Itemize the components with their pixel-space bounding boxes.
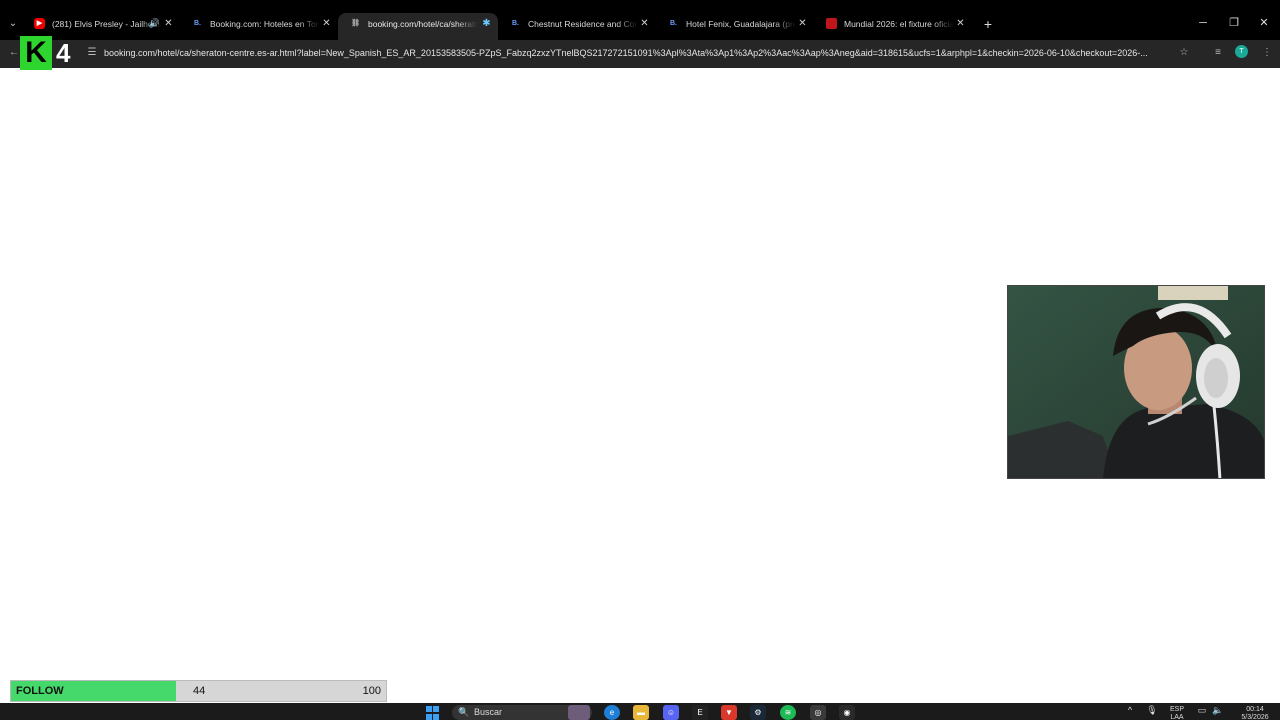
booking-icon: B.	[512, 20, 519, 27]
language-code: ESP	[1169, 706, 1184, 713]
loading-close-icon[interactable]: ✱	[481, 18, 492, 29]
tab-title: Mundial 2026: el fixture oficial	[844, 19, 954, 29]
search-icon: 🔍	[458, 707, 470, 717]
network-icon[interactable]: ▭	[1196, 706, 1208, 715]
tray-chevron-icon[interactable]: ^	[1124, 706, 1136, 715]
file-explorer-icon[interactable]: ▬	[633, 705, 649, 720]
tab-title: Booking.com: Hoteles en Toronto	[210, 19, 320, 29]
booking-icon: B.	[670, 20, 677, 27]
follow-goal-target: 100	[362, 685, 381, 697]
edge-icon[interactable]: e	[604, 705, 620, 720]
tab-title: Chestnut Residence and Conference Centre	[528, 19, 638, 29]
obs-icon[interactable]: ◉	[839, 705, 855, 720]
media-controls-icon[interactable]: ≡	[1210, 46, 1226, 60]
brave-icon[interactable]: ▼	[721, 705, 737, 720]
epic-games-icon[interactable]: E	[692, 705, 708, 720]
site-info-icon[interactable]: ☰	[84, 46, 100, 60]
menu-icon[interactable]: ⋮	[1259, 46, 1275, 60]
booking-icon: B.	[194, 20, 201, 27]
steam-icon[interactable]: ⚙	[750, 705, 766, 720]
tab-title: booking.com/hotel/ca/sheraton-centre	[368, 19, 478, 29]
stream-logo-number: 4	[56, 38, 71, 68]
bookmark-star-icon[interactable]: ☆	[1176, 46, 1192, 60]
spotify-icon[interactable]: ≋	[780, 705, 796, 720]
close-tab-icon[interactable]: ✕	[639, 18, 650, 29]
webcam-overlay	[1007, 285, 1265, 479]
taskbar-search-placeholder: Buscar	[474, 707, 503, 717]
follow-goal-current: 44	[193, 685, 206, 697]
close-window-icon[interactable]: ✕	[1254, 14, 1274, 32]
microphone-icon[interactable]: 🎙	[1146, 706, 1158, 715]
youtube-icon: ▶	[34, 18, 45, 29]
profile-avatar[interactable]: T	[1235, 45, 1248, 58]
clock-date: 5/3/2026	[1241, 714, 1269, 721]
tab-title: (281) Elvis Presley - Jailhouse Rock	[52, 19, 162, 29]
restore-icon[interactable]: ❐	[1224, 14, 1244, 32]
streamer-camera-image	[1008, 286, 1264, 478]
follow-goal-label: FOLLOW	[16, 685, 64, 697]
discord-icon[interactable]: ☺	[663, 705, 679, 720]
tab-sheraton-active[interactable]: ⛓ booking.com/hotel/ca/sheraton-centre ✱	[338, 13, 498, 40]
tab-title: Hotel Fenix, Guadalajara (precios)	[686, 19, 796, 29]
tab-booking-toronto[interactable]: B. Booking.com: Hoteles en Toronto ✕	[180, 13, 338, 40]
tab-mundial[interactable]: Mundial 2026: el fixture oficial ✕	[814, 13, 972, 40]
close-tab-icon[interactable]: ✕	[163, 18, 174, 29]
taskbar-widget-image[interactable]	[568, 705, 590, 720]
url-field[interactable]: booking.com/hotel/ca/sheraton-centre.es-…	[104, 46, 1172, 60]
news-icon	[826, 18, 837, 29]
tab-hotel-fenix[interactable]: B. Hotel Fenix, Guadalajara (precios) ✕	[656, 13, 814, 40]
follow-goal-bar: FOLLOW 44 100	[10, 680, 387, 702]
clock-time: 00:14	[1246, 706, 1264, 713]
tab-chestnut[interactable]: B. Chestnut Residence and Conference Cen…	[498, 13, 656, 40]
tab-strip: ⌄ ▶ (281) Elvis Presley - Jailhouse Rock…	[0, 0, 1280, 40]
language-subcode: LAA	[1170, 714, 1184, 721]
speaker-icon[interactable]: 🔊	[149, 18, 160, 29]
stream-logo-k: K	[20, 36, 52, 70]
tab-search-chevron-icon[interactable]: ⌄	[4, 16, 22, 32]
new-tab-button[interactable]: +	[980, 16, 996, 32]
chrome-icon[interactable]: ◎	[810, 705, 826, 720]
close-tab-icon[interactable]: ✕	[797, 18, 808, 29]
minimize-icon[interactable]: ─	[1193, 14, 1213, 32]
link-icon: ⛓	[351, 20, 360, 27]
volume-icon[interactable]: 🔈	[1212, 706, 1224, 715]
close-tab-icon[interactable]: ✕	[955, 18, 966, 29]
close-tab-icon[interactable]: ✕	[321, 18, 332, 29]
windows-start-icon[interactable]	[426, 706, 440, 720]
